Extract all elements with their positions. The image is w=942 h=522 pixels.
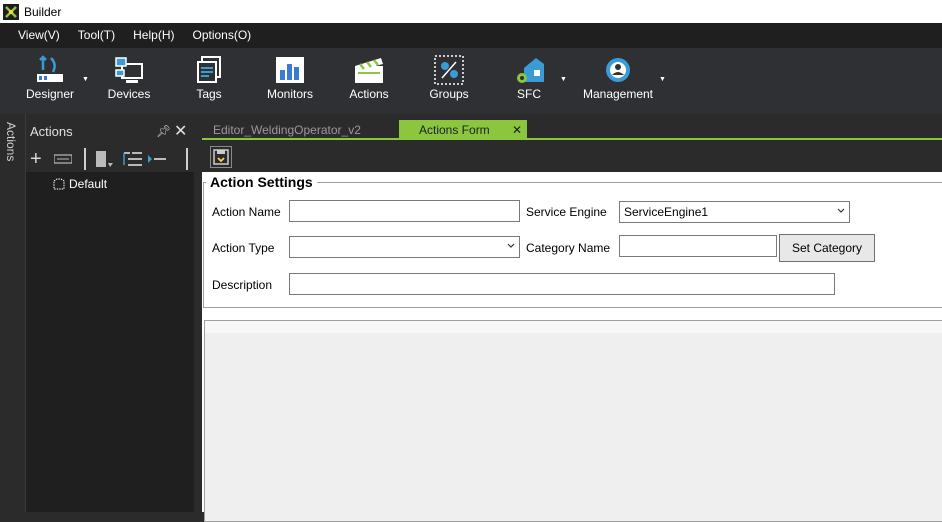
tree-node-label: Default	[69, 177, 108, 191]
sfc-button[interactable]: SFC ▼	[502, 48, 567, 114]
service-engine-label: Service Engine	[526, 205, 607, 219]
sfc-icon	[517, 58, 544, 83]
monitors-button[interactable]: Monitors	[260, 48, 320, 114]
monitors-icon	[276, 57, 304, 83]
chevron-down-icon	[837, 208, 845, 213]
action-type-label: Action Type	[212, 241, 275, 255]
save-icon	[213, 149, 229, 165]
main-toolbar: Designer ▼ Devices Tags Monitors Actions…	[0, 48, 942, 114]
tree-node-default[interactable]: Default	[52, 177, 107, 191]
action-name-label: Action Name	[212, 205, 281, 219]
actions-panel-title: Actions	[30, 124, 73, 139]
management-dropdown-icon[interactable]: ▼	[659, 76, 666, 83]
menu-bar: View(V) Tool(T) Help(H) Options(O)	[0, 23, 942, 48]
actions-panel-toolbar: +	[26, 146, 194, 172]
management-icon	[606, 58, 630, 82]
folder-icon	[52, 177, 66, 191]
tags-label: Tags	[196, 87, 222, 101]
toolbar-divider	[84, 148, 86, 170]
action-name-input[interactable]	[289, 200, 520, 222]
app-icon	[3, 3, 19, 20]
groups-button[interactable]: Groups	[420, 48, 478, 114]
save-button[interactable]	[210, 146, 232, 168]
devices-icon	[115, 57, 143, 83]
close-icon[interactable]: ✕	[174, 121, 187, 141]
actions-icon	[355, 58, 383, 83]
window-title: Builder	[24, 4, 62, 19]
sfc-dropdown-icon[interactable]: ▼	[560, 76, 567, 83]
actions-label: Actions	[349, 87, 389, 101]
tags-button[interactable]: Tags	[182, 48, 236, 114]
service-engine-value: ServiceEngine1	[624, 205, 709, 219]
action-type-select[interactable]	[289, 236, 520, 258]
add-icon[interactable]: +	[30, 149, 42, 169]
menu-tool[interactable]: Tool(T)	[69, 23, 124, 48]
menu-options[interactable]: Options(O)	[183, 23, 260, 48]
service-engine-select[interactable]: ServiceEngine1	[619, 201, 850, 223]
section-title: Action Settings	[210, 174, 313, 190]
management-label: Management	[582, 87, 654, 101]
side-tab-strip: Actions	[0, 114, 26, 512]
set-category-button[interactable]: Set Category	[779, 234, 875, 262]
tags-icon	[197, 56, 221, 83]
actions-panel-header: Actions 📌︎ ✕	[26, 114, 194, 146]
monitors-label: Monitors	[266, 87, 313, 101]
collapse-tree-icon[interactable]	[146, 149, 168, 169]
actions-tree: Default	[26, 172, 194, 512]
chevron-down-icon	[507, 243, 515, 248]
actions-form: Action Settings Action Name Service Engi…	[202, 172, 942, 522]
tab-editor-label: Editor_WeldingOperator_v2	[213, 123, 361, 137]
category-name-input[interactable]	[619, 235, 777, 257]
management-button[interactable]: Management ▼	[580, 48, 666, 114]
form-toolbar	[202, 140, 942, 172]
rename-icon[interactable]	[53, 149, 73, 169]
groups-icon	[434, 55, 464, 85]
actions-panel: Actions 📌︎ ✕ + Default	[26, 114, 194, 512]
category-name-label: Category Name	[526, 241, 611, 255]
description-label: Description	[212, 278, 273, 292]
action-details-header	[205, 321, 942, 333]
document-tabs: Editor_WeldingOperator_v2 Actions Form ✕	[202, 114, 942, 140]
title-bar: Builder	[0, 0, 942, 23]
description-input[interactable]	[289, 273, 835, 295]
sfc-label: SFC	[517, 87, 541, 101]
designer-dropdown-icon[interactable]: ▼	[82, 76, 89, 83]
export-icon[interactable]	[94, 149, 114, 169]
tab-actions-form[interactable]: Actions Form ✕	[399, 120, 527, 140]
pin-icon[interactable]: 📌︎	[156, 124, 171, 138]
devices-button[interactable]: Devices	[100, 48, 158, 114]
toolbar-divider-right	[186, 148, 188, 170]
designer-label: Designer	[25, 87, 75, 101]
groups-label: Groups	[429, 87, 469, 101]
menu-view[interactable]: View(V)	[9, 23, 69, 48]
tab-editor[interactable]: Editor_WeldingOperator_v2	[206, 120, 403, 140]
tab-close-icon[interactable]: ✕	[512, 120, 522, 140]
panel-splitter[interactable]	[194, 114, 202, 512]
action-details-area	[204, 320, 942, 522]
actions-button[interactable]: Actions	[340, 48, 398, 114]
devices-label: Devices	[107, 87, 151, 101]
side-tab-actions[interactable]: Actions	[4, 122, 18, 161]
designer-button[interactable]: Designer ▼	[18, 48, 89, 114]
expand-tree-icon[interactable]	[122, 149, 144, 169]
tab-actions-form-label: Actions Form	[419, 123, 490, 137]
designer-icon	[37, 55, 63, 82]
menu-help[interactable]: Help(H)	[124, 23, 183, 48]
